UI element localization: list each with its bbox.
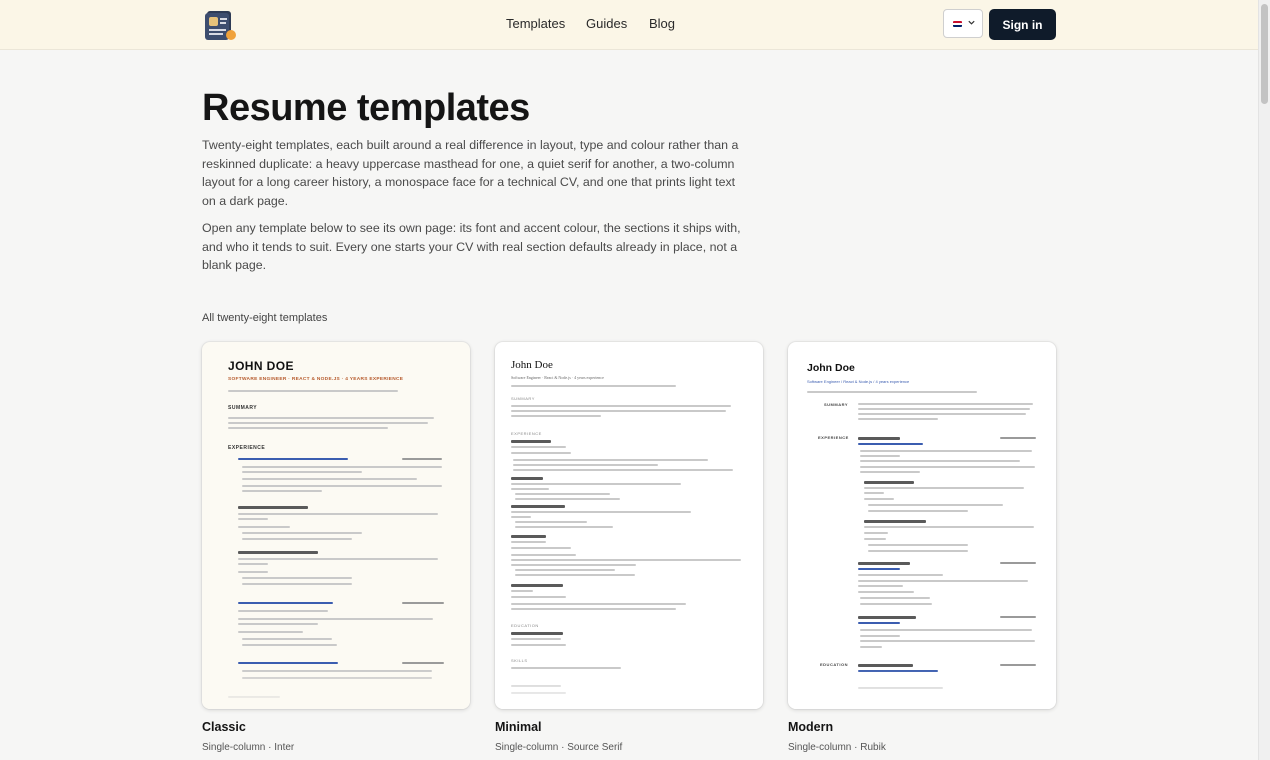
template-preview: JOHN DOE SOFTWARE ENGINEER · REACT & NOD… <box>202 342 470 709</box>
template-card-classic[interactable]: JOHN DOE SOFTWARE ENGINEER · REACT & NOD… <box>202 342 470 709</box>
page-scrollbar[interactable] <box>1258 0 1270 760</box>
main-nav: Templates Guides Blog <box>0 16 1258 34</box>
template-meta: Single-column · Source Serif <box>495 742 623 753</box>
sign-in-button[interactable]: Sign in <box>989 9 1056 40</box>
preview-section: EDUCATION <box>820 662 848 667</box>
template-preview: John Doe Software Engineer · React & Nod… <box>495 342 763 709</box>
preview-section: EXPERIENCE <box>818 435 849 440</box>
uk-flag-icon <box>953 21 962 27</box>
template-card-minimal[interactable]: John Doe Software Engineer · React & Nod… <box>495 342 763 709</box>
page-title: Resume templates <box>202 87 530 129</box>
templates-count-label: All twenty-eight templates <box>202 312 328 324</box>
preview-name: John Doe <box>807 362 855 374</box>
preview-name: JOHN DOE <box>228 359 294 373</box>
template-meta: Single-column · Inter <box>202 742 295 753</box>
template-name[interactable]: Modern <box>788 720 833 734</box>
template-meta: Single-column · Rubik <box>788 742 886 753</box>
template-card-modern[interactable]: John Doe Software Engineer / React & Nod… <box>788 342 1056 709</box>
language-select[interactable] <box>943 9 983 38</box>
preview-headline: Software Engineer / React & Node.js / 4 … <box>807 379 910 384</box>
preview-name: John Doe <box>511 359 553 371</box>
chevron-down-icon <box>968 20 975 25</box>
nav-guides[interactable]: Guides <box>586 16 627 31</box>
preview-section: EXPERIENCE <box>228 445 266 451</box>
preview-section: SUMMARY <box>824 402 849 407</box>
preview-section: EDUCATION <box>511 623 539 628</box>
template-name[interactable]: Classic <box>202 720 246 734</box>
preview-section: SUMMARY <box>228 405 258 411</box>
preview-section: SKILLS <box>511 658 528 663</box>
preview-headline: Software Engineer · React & Node.js · 4 … <box>511 375 604 380</box>
template-preview: John Doe Software Engineer / React & Nod… <box>788 342 1056 709</box>
preview-section: EXPERIENCE <box>511 431 542 436</box>
template-name[interactable]: Minimal <box>495 720 542 734</box>
nav-blog[interactable]: Blog <box>649 16 675 31</box>
scrollbar-thumb[interactable] <box>1261 4 1268 104</box>
intro-paragraph: Twenty-eight templates, each built aroun… <box>202 138 739 209</box>
preview-section: SUMMARY <box>511 396 535 401</box>
nav-templates[interactable]: Templates <box>506 16 565 31</box>
site-header: Templates Guides Blog Sign in <box>0 0 1258 50</box>
preview-headline: SOFTWARE ENGINEER · REACT & NODE.JS · 4 … <box>228 377 404 382</box>
intro-paragraph-2: Open any template below to see its own p… <box>202 221 741 273</box>
